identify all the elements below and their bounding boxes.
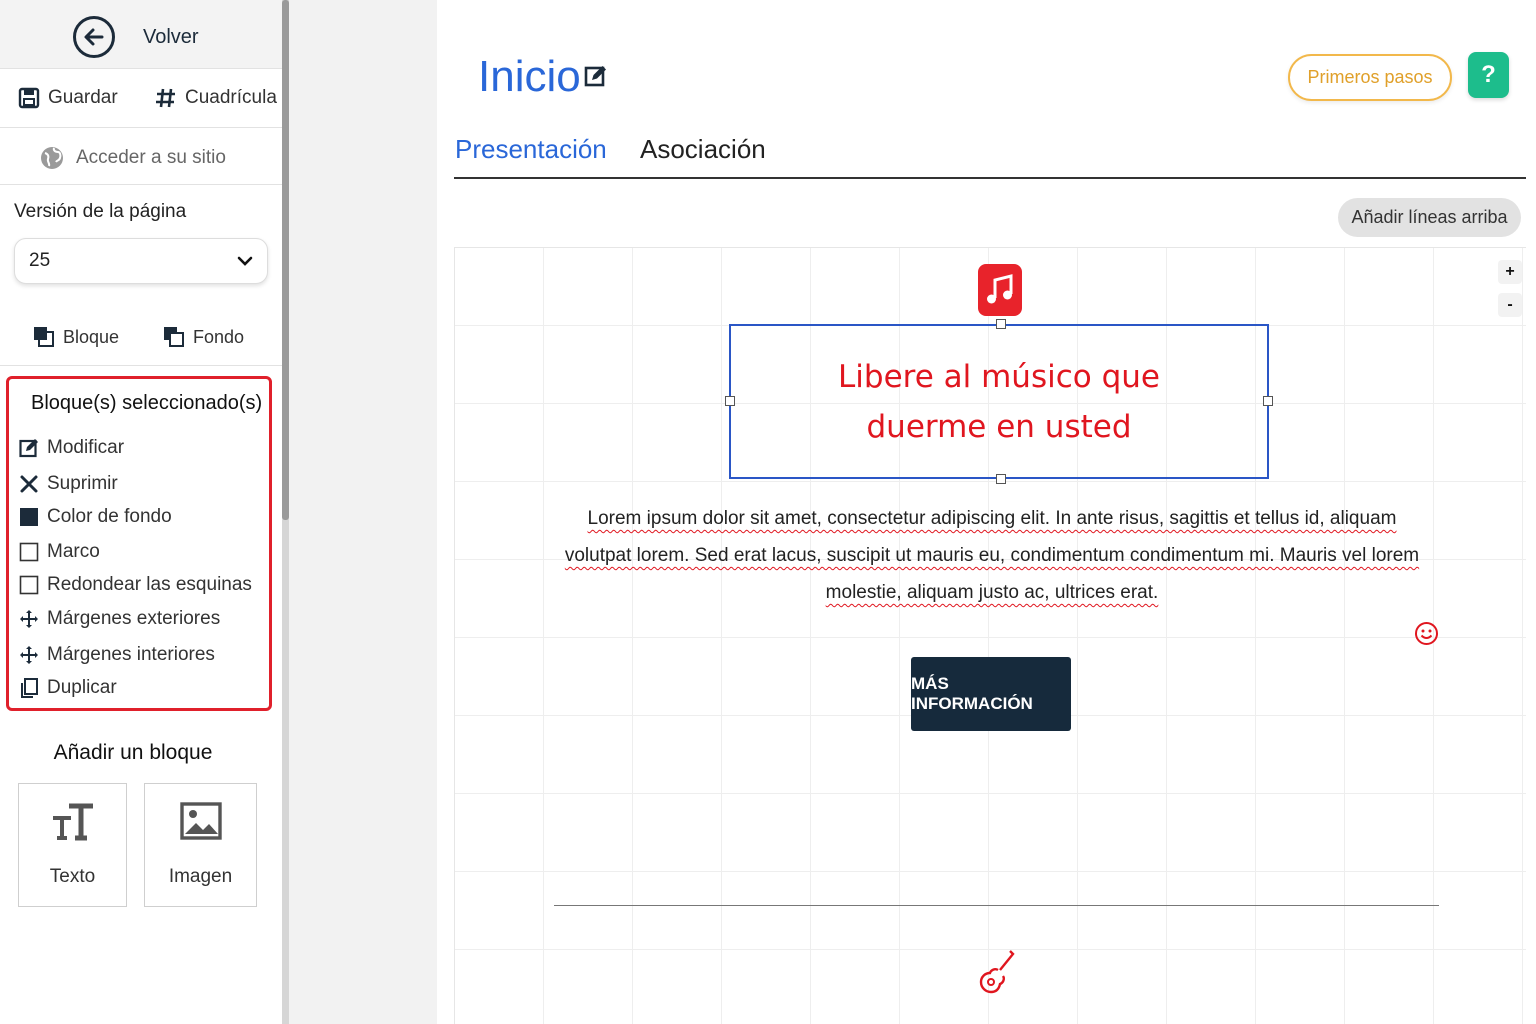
background-mode-label: Fondo <box>193 326 245 347</box>
first-steps-button[interactable]: Primeros pasos <box>1288 54 1452 101</box>
access-site-button[interactable]: Acceder a su sitio <box>40 146 226 170</box>
music-note-icon[interactable] <box>978 264 1022 316</box>
x-icon <box>19 474 39 494</box>
selected-blocks-panel: Bloque(s) seleccionado(s) Modificar Supr… <box>6 376 272 711</box>
block-mode-button[interactable]: Bloque <box>33 326 119 348</box>
add-block-title: Añadir un bloque <box>53 741 213 764</box>
arrow-left-icon <box>84 28 104 46</box>
outer-margins-label: Márgenes exteriores <box>47 608 221 629</box>
edit-title-icon[interactable] <box>584 64 608 93</box>
move-icon <box>19 609 39 629</box>
back-label[interactable]: Volver <box>143 26 199 49</box>
grid-button[interactable]: Cuadrícula <box>155 87 277 109</box>
background-layers-icon <box>164 327 184 347</box>
block-mode-label: Bloque <box>63 326 120 347</box>
save-button[interactable]: Guardar <box>18 87 118 109</box>
move-icon <box>19 645 39 665</box>
tabs-underline <box>454 177 1526 179</box>
tool-row: Guardar Cuadrícula <box>0 70 282 128</box>
page-title: Inicio <box>478 52 581 101</box>
selected-headline-block[interactable]: Libere al músico que duerme en usted <box>725 319 1273 484</box>
round-corners-label: Redondear las esquinas <box>47 574 252 595</box>
access-site-label: Acceder a su sitio <box>76 147 226 168</box>
selected-blocks-title: Bloque(s) seleccionado(s) <box>31 392 263 414</box>
background-color-action[interactable]: Color de fondo <box>19 506 172 528</box>
sidebar-scrollbar-thumb[interactable] <box>282 0 289 520</box>
add-image-block-card[interactable]: Imagen <box>144 783 257 907</box>
modify-action[interactable]: Modificar <box>19 437 124 459</box>
copy-icon <box>19 678 39 698</box>
site-row: Acceder a su sitio <box>0 129 282 185</box>
page-version-value: 25 <box>29 250 51 271</box>
tab-presentacion[interactable]: Presentación <box>455 134 607 165</box>
hash-icon <box>156 88 175 108</box>
checkbox-icon[interactable] <box>19 542 39 562</box>
duplicate-action[interactable]: Duplicar <box>19 677 117 699</box>
zoom-in-button[interactable]: + <box>1498 260 1522 284</box>
add-text-label: Texto <box>49 866 96 887</box>
resize-handle-bottom[interactable] <box>996 474 1006 484</box>
mode-row: Bloque Fondo <box>0 318 282 366</box>
editor-sidebar: Volver Guardar Cuadrícula Acceder a su s… <box>0 0 282 1024</box>
text-icon <box>19 802 126 842</box>
sidebar-scrollbar[interactable] <box>282 0 289 1024</box>
zoom-out-button[interactable]: - <box>1498 293 1522 317</box>
page-version-label: Versión de la página <box>14 201 187 222</box>
inner-margins-action[interactable]: Márgenes interiores <box>19 644 215 666</box>
resize-handle-top[interactable] <box>996 319 1006 329</box>
duplicate-label: Duplicar <box>47 677 117 698</box>
canvas-divider <box>554 905 1439 906</box>
modify-label: Modificar <box>47 437 125 458</box>
globe-icon <box>41 147 63 169</box>
help-button[interactable]: ? <box>1468 52 1509 98</box>
background-mode-button[interactable]: Fondo <box>163 326 244 348</box>
add-text-block-card[interactable]: Texto <box>18 783 127 907</box>
resize-handle-left[interactable] <box>725 396 735 406</box>
floppy-disk-icon <box>18 87 40 109</box>
frame-label: Marco <box>47 541 100 562</box>
delete-label: Suprimir <box>47 473 118 494</box>
headline-text: Libere al músico que duerme en usted <box>838 358 1160 445</box>
back-button[interactable] <box>73 16 115 58</box>
background-color-label: Color de fondo <box>47 506 172 527</box>
delete-action[interactable]: Suprimir <box>19 473 118 495</box>
add-image-label: Imagen <box>168 866 233 887</box>
add-lines-above-button[interactable]: Añadir líneas arriba <box>1338 198 1521 237</box>
back-row: Volver <box>0 0 282 69</box>
gutter <box>289 0 437 1024</box>
more-info-button[interactable]: MÁS INFORMACIÓN <box>911 657 1071 731</box>
image-icon <box>145 802 256 840</box>
round-corners-action[interactable]: Redondear las esquinas <box>19 574 252 596</box>
page-version-select[interactable]: 25 <box>14 238 268 284</box>
resize-handle-right[interactable] <box>1263 396 1273 406</box>
body-text-block[interactable]: Lorem ipsum dolor sit amet, consectetur … <box>556 500 1428 611</box>
checkbox-icon[interactable] <box>19 575 39 595</box>
block-layers-icon <box>34 327 54 347</box>
filled-square-icon <box>19 507 39 527</box>
chevron-down-icon <box>237 256 253 266</box>
edit-icon <box>19 438 39 458</box>
tab-asociacion[interactable]: Asociación <box>640 134 766 165</box>
guitar-icon[interactable] <box>978 948 1016 1001</box>
save-label: Guardar <box>48 87 118 108</box>
outer-margins-action[interactable]: Márgenes exteriores <box>19 608 220 630</box>
inner-margins-label: Márgenes interiores <box>47 644 215 665</box>
frame-action[interactable]: Marco <box>19 541 100 563</box>
grid-label: Cuadrícula <box>185 87 277 108</box>
smiley-icon[interactable] <box>1414 621 1439 651</box>
